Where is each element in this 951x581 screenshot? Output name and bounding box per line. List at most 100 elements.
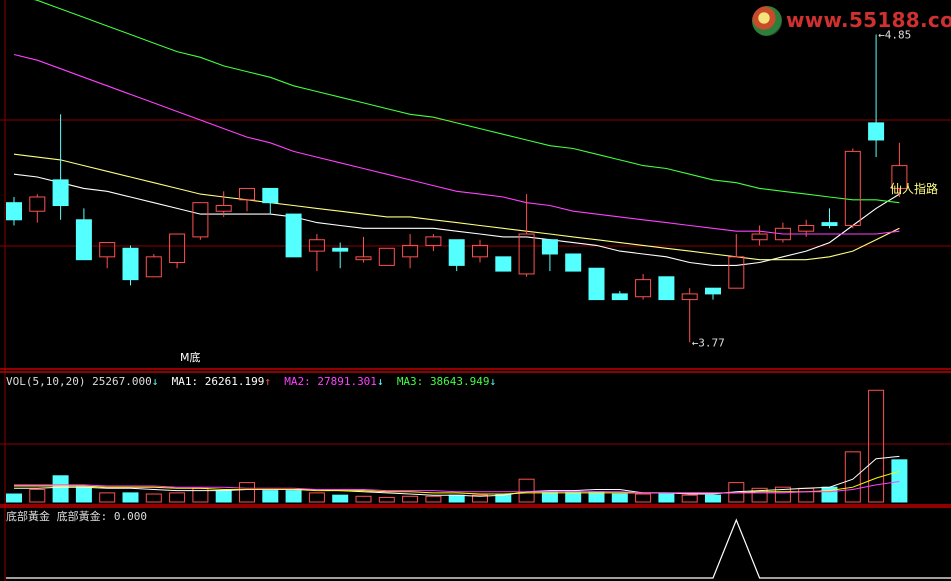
volume-bar (75, 486, 92, 503)
ma3-value: 38643.949 (429, 375, 490, 388)
ma-line-ma20 (13, 53, 900, 235)
volume-bar (285, 490, 302, 503)
volume-bar (448, 494, 465, 503)
volume-bar (6, 493, 22, 503)
candle (285, 213, 302, 258)
candle-body (518, 233, 535, 275)
watermark-logo-icon (752, 6, 782, 36)
candle-body (541, 239, 558, 255)
candle-body (472, 244, 488, 258)
candle-body (658, 276, 675, 301)
candle-body (728, 256, 745, 289)
volume-bar (239, 482, 255, 503)
candle-body (378, 247, 395, 266)
volume-bar (891, 459, 908, 503)
candle-body (448, 239, 465, 266)
volume-ma-line-ma1 (14, 455, 900, 497)
candle (728, 234, 745, 289)
candle-body (192, 202, 209, 238)
candle-body (355, 256, 372, 261)
candle (868, 34, 885, 158)
candle-body (262, 187, 279, 204)
indicator-legend: 底部黃金 底部黃金: 0.000 (6, 508, 147, 524)
vol-arrow: ↓ (151, 375, 159, 388)
volume-bar (844, 451, 861, 503)
volume-bar (262, 490, 279, 503)
volume-bar (122, 492, 139, 503)
ma3-label: MA3: (396, 375, 424, 388)
volume-bar (518, 478, 535, 503)
ma3-arrow: ↓ (489, 375, 497, 388)
volume-bar (425, 495, 442, 503)
candle (495, 256, 512, 272)
candle-body (635, 279, 652, 298)
price-moving-averages (13, 0, 900, 266)
ma1-value: 26261.199 (204, 375, 265, 388)
ma2-value: 27891.301 (317, 375, 377, 388)
candle (215, 191, 232, 217)
candle-body (798, 224, 815, 232)
candle-body (285, 213, 302, 258)
candle (425, 234, 442, 252)
volume-bar (635, 493, 652, 503)
low-price-label: ←3.77 (692, 336, 725, 349)
vol-value: 25267.000 (92, 375, 152, 388)
candle (169, 233, 186, 269)
candle (588, 267, 605, 301)
candle (635, 273, 652, 300)
candle (355, 236, 372, 263)
candle (681, 288, 698, 343)
w-bottom-label: M底 (180, 350, 201, 364)
candle-body (122, 247, 139, 281)
volume-legend: VOL(5,10,20) 25267.000↓, MA1: 26261.199↑… (6, 375, 497, 388)
candle (472, 239, 488, 263)
candle-body (611, 293, 628, 301)
candle-body (75, 219, 92, 261)
volume-bar (29, 488, 46, 503)
candle (145, 253, 162, 278)
candle-body (402, 244, 419, 258)
indicator-label: 底部黃金: (56, 510, 108, 523)
volume-bar (215, 490, 232, 503)
volume-bar (681, 494, 698, 503)
volume-bar (402, 495, 419, 503)
volume-bar (332, 494, 349, 503)
candle-body (588, 267, 605, 301)
chart-canvas: ←4.85←3.77M底仙人指路 (0, 0, 951, 581)
candle-body (6, 202, 22, 221)
volume-bar (145, 493, 162, 503)
candle (308, 234, 325, 272)
volume-bar (798, 487, 815, 503)
ma1-label: MA1: (171, 375, 199, 388)
candle-body (425, 236, 442, 246)
candle (192, 202, 209, 240)
candle (52, 114, 69, 220)
vol-label: VOL(5,10,20) (6, 375, 86, 388)
candle (774, 222, 791, 243)
candle (541, 239, 558, 272)
candle (6, 196, 22, 226)
watermark-text: www.55188.com (786, 8, 951, 32)
candle-body (681, 293, 698, 301)
candle-body (332, 247, 349, 252)
chart-stage: ←4.85←3.77M底仙人指路 www.55188.com VOL(5,10,… (0, 0, 951, 581)
candle (378, 247, 395, 266)
candlesticks (6, 34, 908, 343)
candle-body (145, 256, 162, 278)
indicator-value: 0.000 (113, 510, 147, 523)
indicator-name: 底部黃金 (6, 510, 50, 523)
candle (565, 253, 582, 272)
indicator-line (6, 518, 951, 579)
candle-body (29, 196, 46, 212)
candle (658, 276, 675, 301)
candle (448, 239, 465, 272)
ma1-arrow: ↑ (264, 375, 271, 388)
candle-body (565, 253, 582, 272)
candle (239, 187, 255, 212)
indicator-polyline (6, 518, 951, 579)
candle (518, 194, 535, 277)
candle (75, 208, 92, 261)
candle-body (821, 222, 838, 226)
candle-body (308, 239, 325, 252)
candle-body (844, 150, 861, 226)
